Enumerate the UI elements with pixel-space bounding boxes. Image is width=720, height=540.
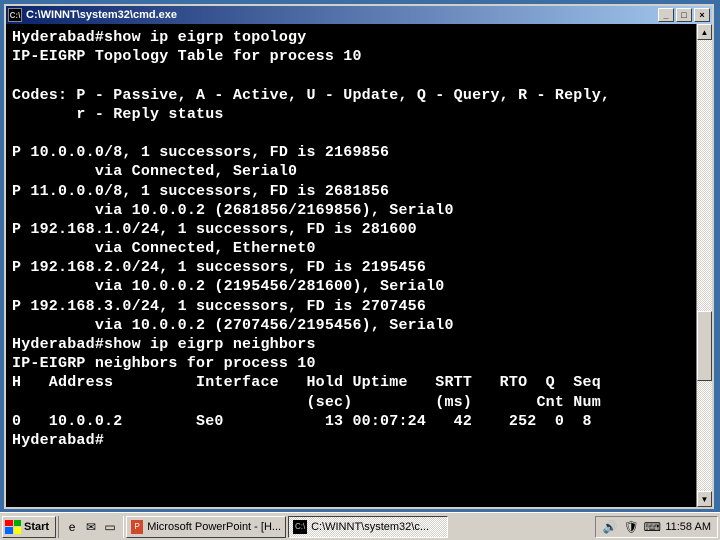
scroll-down-button[interactable]: ▼ <box>697 491 712 507</box>
keyboard-icon[interactable]: ⌨ <box>644 519 660 535</box>
taskbar-item-label: C:\WINNT\system32\c... <box>311 521 429 533</box>
quick-launch: e ✉ ▭ <box>58 516 124 538</box>
scrollbar-track[interactable] <box>697 40 712 491</box>
scroll-up-button[interactable]: ▲ <box>697 24 712 40</box>
terminal-output[interactable]: Hyderabad#show ip eigrp topology IP-EIGR… <box>6 24 712 507</box>
taskbar-item-powerpoint[interactable]: P Microsoft PowerPoint - [H... <box>126 516 286 538</box>
taskbar-item-label: Microsoft PowerPoint - [H... <box>147 521 281 533</box>
close-button[interactable]: × <box>694 8 710 22</box>
window-title: C:\WINNT\system32\cmd.exe <box>26 9 658 21</box>
start-button[interactable]: Start <box>2 516 56 538</box>
windows-logo-icon <box>5 520 21 534</box>
quick-launch-ie-icon[interactable]: e <box>63 518 81 536</box>
shield-icon[interactable]: 🛡 <box>623 519 639 535</box>
titlebar[interactable]: C:\ C:\WINNT\system32\cmd.exe _ □ × <box>6 6 712 24</box>
cmd-window: C:\ C:\WINNT\system32\cmd.exe _ □ × Hyde… <box>4 4 714 509</box>
scrollbar-thumb[interactable] <box>697 311 712 381</box>
quick-launch-outlook-icon[interactable]: ✉ <box>82 518 100 536</box>
maximize-button[interactable]: □ <box>676 8 692 22</box>
quick-launch-desktop-icon[interactable]: ▭ <box>101 518 119 536</box>
cmd-icon: C:\ <box>293 520 307 534</box>
system-menu-icon[interactable]: C:\ <box>8 8 22 22</box>
vertical-scrollbar[interactable]: ▲ ▼ <box>696 24 712 507</box>
system-tray: 🔊 🛡 ⌨ 11:58 AM <box>595 516 718 538</box>
start-label: Start <box>24 521 49 533</box>
minimize-button[interactable]: _ <box>658 8 674 22</box>
powerpoint-icon: P <box>131 520 143 534</box>
clock[interactable]: 11:58 AM <box>665 521 711 533</box>
volume-icon[interactable]: 🔊 <box>602 519 618 535</box>
window-controls: _ □ × <box>658 8 710 22</box>
taskbar: Start e ✉ ▭ P Microsoft PowerPoint - [H.… <box>0 512 720 540</box>
taskbar-item-cmd[interactable]: C:\ C:\WINNT\system32\c... <box>288 516 448 538</box>
